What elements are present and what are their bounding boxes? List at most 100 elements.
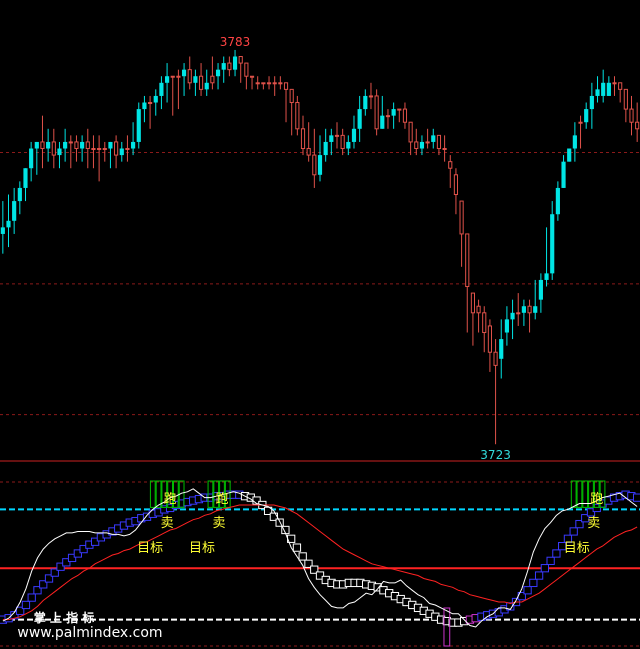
candle-body-up	[493, 351, 498, 366]
candle-body-up	[170, 75, 175, 78]
signal-sell-label: 卖	[212, 516, 225, 531]
candle-body-down	[357, 109, 362, 129]
price-low-label: 3723	[480, 448, 511, 462]
magenta-signal-bar	[443, 607, 451, 647]
candle-body-down	[131, 141, 136, 149]
candle-body-up	[618, 82, 623, 90]
candle-body-down	[6, 220, 11, 228]
candle-body-down	[380, 115, 385, 129]
candle-body-up	[187, 69, 192, 84]
candle-body-up	[244, 62, 249, 77]
candle-body-down	[521, 306, 526, 313]
candle-body-up	[261, 82, 266, 85]
candle-body-up	[476, 305, 481, 314]
candle-body-down	[232, 56, 238, 70]
candle-body-up	[470, 292, 476, 314]
candle-body-down	[142, 102, 147, 110]
candle-body-up	[238, 56, 243, 64]
candle-body-down	[12, 201, 17, 221]
candle-body-up	[578, 121, 583, 124]
candle-body-up	[448, 161, 453, 169]
candle-body-up	[623, 88, 628, 110]
candle-body-up	[176, 75, 181, 78]
candle-body-up	[125, 148, 130, 151]
candle-body-down	[136, 109, 141, 142]
candle-body-down	[119, 148, 124, 156]
green-signal-box	[570, 480, 577, 508]
candle-body-down	[159, 82, 164, 96]
osc-box	[529, 578, 538, 588]
candle-body-up	[527, 305, 532, 314]
candle-body-down	[0, 227, 5, 234]
green-signal-box	[155, 480, 162, 508]
osc-box	[552, 549, 561, 558]
candle-body-up	[289, 88, 294, 104]
candle-body-up	[385, 115, 391, 118]
green-signal-box	[149, 480, 156, 508]
candle-body-up	[453, 174, 459, 196]
candle-body-up	[414, 141, 419, 150]
osc-box	[546, 556, 555, 565]
candle-body-down	[363, 95, 368, 110]
candle-body-down	[504, 319, 509, 333]
oscillator-box-series	[0, 490, 640, 627]
candle-body-down	[153, 95, 158, 103]
candle-body-up	[334, 134, 340, 137]
candle-body-down	[108, 141, 113, 149]
candle-body-down	[499, 339, 504, 359]
candle-body-down	[510, 312, 515, 320]
candle-body-down	[323, 141, 328, 156]
candle-body-down	[601, 82, 606, 96]
candle-body-down	[561, 161, 566, 188]
oscillator-levels	[0, 481, 640, 647]
candle-body-down	[550, 214, 555, 274]
stock-chart: 3783 3723 跑卖目标 跑卖目标 跑卖目标 掌 上 指 标 www.palmi…	[0, 35, 640, 647]
osc-box	[540, 564, 549, 573]
osc-box	[298, 552, 307, 561]
osc-box	[523, 586, 532, 595]
osc-box	[534, 571, 544, 580]
candle-body-up	[51, 141, 56, 156]
candle-body-up	[210, 75, 215, 84]
signal-target-label: 目标	[189, 541, 215, 556]
signal-sell-label: 卖	[587, 516, 600, 531]
candle-body-up	[272, 82, 277, 85]
candle-body-down	[533, 306, 538, 313]
candle-body-up	[283, 82, 289, 90]
candle-body-up	[482, 312, 487, 334]
candle-body-up	[266, 82, 272, 85]
candle-body-down	[595, 89, 600, 96]
candle-body-down	[221, 63, 226, 70]
candle-body-down	[215, 69, 221, 77]
candle-body-up	[629, 108, 634, 123]
candle-body-up	[397, 108, 402, 111]
candle-body-up	[91, 148, 96, 151]
candle-body-down	[351, 128, 357, 142]
signal-sell-label: 卖	[161, 516, 174, 531]
osc-box	[275, 518, 284, 527]
candle-body-up	[249, 75, 255, 78]
signal-target-label: 目标	[564, 541, 590, 556]
candle-body-up	[487, 325, 492, 353]
candle-body-up	[227, 62, 232, 71]
candle-body-down	[80, 141, 85, 149]
candle-body-up	[516, 312, 521, 315]
candle-body-down	[606, 82, 611, 96]
candle-body-up	[442, 148, 447, 151]
candle-body-down	[23, 168, 28, 188]
candle-body-up	[408, 121, 413, 143]
candle-body-down	[584, 109, 589, 123]
candle-body-down	[431, 135, 436, 142]
candle-body-up	[340, 134, 345, 150]
signal-run-label: 跑	[590, 492, 603, 507]
candle-body-up	[374, 95, 379, 130]
candle-body-down	[346, 141, 351, 149]
candle-body-down	[329, 135, 334, 142]
osc-box	[21, 600, 31, 610]
candle-body-down	[46, 141, 51, 149]
signal-run-label: 跑	[215, 492, 228, 507]
candle-body-down	[164, 76, 170, 83]
candle-body-down	[204, 82, 209, 90]
candle-body-down	[17, 187, 22, 202]
signal-target-label: 目标	[137, 541, 163, 556]
